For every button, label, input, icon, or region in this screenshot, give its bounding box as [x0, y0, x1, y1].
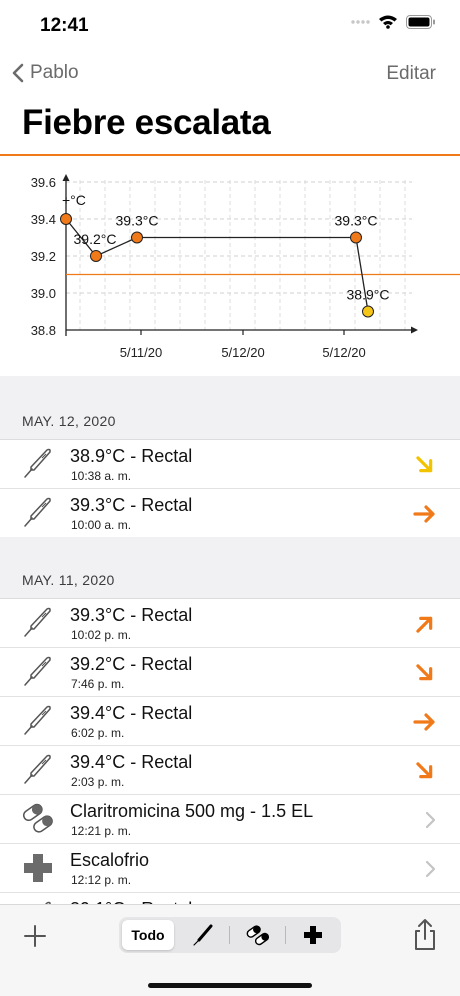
- list-item[interactable]: Escalofrio 12:12 p. m.: [0, 844, 460, 893]
- data-label-partial: +°C: [62, 192, 86, 208]
- plus-icon: [24, 925, 46, 947]
- data-label: 39.3°C: [335, 213, 378, 229]
- navigation-bar: Pablo Editar: [0, 52, 460, 96]
- entry-title: 39.3°C - Rectal: [70, 495, 193, 515]
- trend-arrow-down-right-icon: [412, 453, 438, 477]
- chevron-left-icon: [12, 63, 24, 83]
- thermometer-icon: [20, 605, 56, 641]
- x-tick-label: 5/12/20: [322, 345, 365, 360]
- data-point: [131, 231, 143, 244]
- y-axis-arrow: [62, 174, 70, 181]
- segment-symptoms[interactable]: [287, 920, 338, 950]
- data-point: [60, 213, 72, 225]
- segment-divider: [285, 926, 286, 944]
- segment-temperature[interactable]: [177, 920, 229, 950]
- data-label: 39.2°C: [74, 231, 117, 247]
- entry-title: 39.3°C - Rectal: [70, 605, 193, 625]
- list-item[interactable]: 39.4°C - Rectal 2:03 p. m.: [0, 746, 460, 795]
- section-header: MAY. 11, 2020: [0, 537, 460, 599]
- status-time: 12:41: [40, 15, 89, 36]
- entry-time: 10:38 a. m.: [71, 469, 132, 483]
- segment-medication[interactable]: [231, 920, 285, 950]
- list-item[interactable]: 39.4°C - Rectal 6:02 p. m.: [0, 697, 460, 746]
- temperature-chart-svg: 39.6 39.4 39.2 39.0 38.8 5/11/20 5/12/20 5/12/2…: [31, 174, 460, 360]
- cross-icon: [303, 926, 322, 944]
- share-icon: [415, 919, 435, 950]
- x-axis-arrow: [411, 326, 418, 334]
- status-bar: 12:41: [0, 0, 460, 50]
- entry-title: Escalofrio: [70, 850, 150, 870]
- trend-arrow-right-icon: [412, 710, 438, 734]
- filter-segmented-control: Todo: [119, 917, 341, 953]
- section-date: MAY. 11, 2020: [22, 572, 115, 588]
- thermometer-icon: [20, 752, 56, 788]
- entry-title: 38.9°C - Rectal: [70, 446, 193, 466]
- list-item[interactable]: 39.2°C - Rectal 7:46 p. m.: [0, 648, 460, 697]
- data-label: 39.3°C: [116, 213, 159, 229]
- y-tick-label: 39.6: [31, 175, 56, 190]
- title-divider: [0, 154, 460, 156]
- thermometer-icon: [20, 703, 56, 739]
- entry-time: 6:02 p. m.: [71, 726, 125, 740]
- thermometer-icon: [20, 495, 56, 531]
- trend-arrow-down-right-icon: [412, 661, 438, 685]
- data-point: [350, 231, 362, 244]
- list-item[interactable]: 39.3°C - Rectal 10:02 p. m.: [0, 599, 460, 648]
- entry-time: 10:00 a. m.: [71, 518, 132, 532]
- pills-icon: [246, 925, 270, 946]
- section-date: MAY. 12, 2020: [22, 413, 116, 429]
- status-icons: [350, 14, 436, 34]
- x-tick-label: 5/11/20: [120, 345, 162, 360]
- entry-time: 10:02 p. m.: [71, 628, 132, 642]
- data-point: [362, 305, 374, 318]
- back-button[interactable]: Pablo: [12, 62, 79, 84]
- back-label: Pablo: [30, 62, 79, 83]
- entry-time: 12:21 p. m.: [71, 824, 132, 838]
- entry-time: 7:46 p. m.: [71, 677, 125, 691]
- thermometer-icon: [193, 924, 213, 946]
- chevron-right-icon: [424, 810, 438, 830]
- y-tick-label: 39.4: [31, 212, 56, 227]
- trend-arrow-up-right-icon: [412, 612, 438, 636]
- wifi-icon: [378, 14, 398, 34]
- battery-icon: [406, 14, 436, 34]
- entry-time: 12:12 p. m.: [71, 873, 132, 887]
- list-item[interactable]: 38.9°C - Rectal 10:38 a. m.: [0, 440, 460, 489]
- y-tick-label: 38.8: [31, 323, 56, 338]
- entry-title: 39.4°C - Rectal: [70, 703, 193, 723]
- page-title: Fiebre escalata: [22, 103, 271, 142]
- thermometer-icon: [20, 446, 56, 482]
- signal-icon: [350, 15, 370, 34]
- list-item[interactable]: Claritromicina 500 mg - 1.5 EL 12:21 p. m…: [0, 795, 460, 844]
- entry-title: Claritromicina 500 mg - 1.5 EL: [70, 801, 314, 821]
- data-point: [90, 250, 102, 262]
- cross-icon: [20, 850, 56, 886]
- list-item[interactable]: 39.3°C - Rectal 10:00 a. m.: [0, 489, 460, 538]
- share-button[interactable]: [410, 917, 440, 953]
- y-tick-label: 39.2: [31, 249, 56, 264]
- x-tick-label: 5/12/20: [221, 345, 264, 360]
- entry-time: 2:03 p. m.: [71, 775, 125, 789]
- segment-all[interactable]: Todo: [122, 920, 174, 950]
- edit-button[interactable]: Editar: [386, 63, 436, 85]
- add-button[interactable]: [20, 921, 50, 951]
- entry-title: 39.4°C - Rectal: [70, 752, 193, 772]
- home-indicator: [148, 983, 312, 988]
- bottom-toolbar: Todo: [0, 904, 460, 996]
- y-tick-label: 39.0: [31, 286, 56, 301]
- thermometer-icon: [20, 654, 56, 690]
- section-header: MAY. 12, 2020: [0, 378, 460, 440]
- segment-divider: [229, 926, 230, 944]
- data-label: 38.9°C: [347, 287, 390, 303]
- temperature-chart[interactable]: 39.6 39.4 39.2 39.0 38.8 5/11/20 5/12/20 5/12/2…: [0, 158, 460, 376]
- pills-icon: [20, 801, 56, 837]
- entry-title: 39.2°C - Rectal: [70, 654, 193, 674]
- chevron-right-icon: [424, 859, 438, 879]
- trend-arrow-down-right-icon: [412, 759, 438, 783]
- trend-arrow-right-icon: [412, 502, 438, 526]
